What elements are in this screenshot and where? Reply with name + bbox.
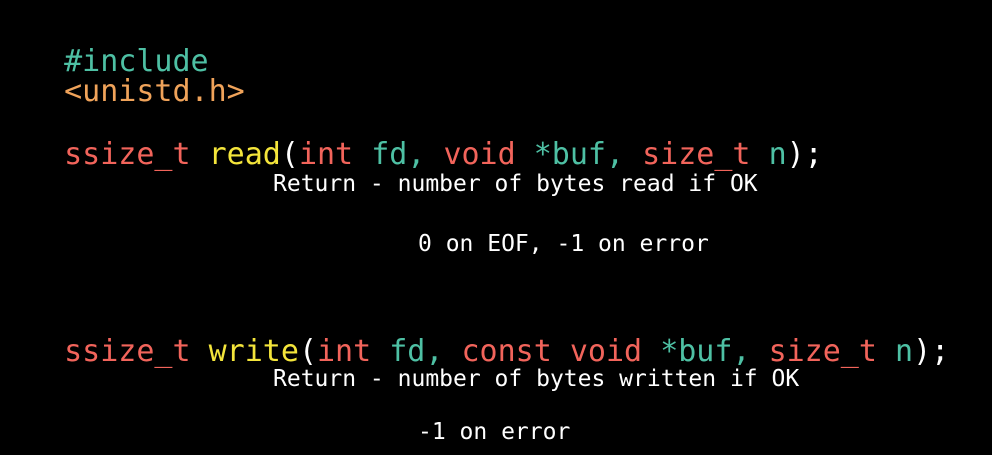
write-param2-type: void <box>569 334 643 369</box>
write-param3-name: n <box>895 334 914 369</box>
read-param1-name: fd, <box>371 137 426 172</box>
read-param2-type: void <box>443 137 516 172</box>
write-return-type: ssize_t <box>64 334 191 369</box>
read-prototype: ssize_t read(int fd, void *buf, size_t n… <box>28 110 823 170</box>
include-line: #include <unistd.h> <box>28 17 245 107</box>
write-close: ); <box>913 334 950 369</box>
write-function-name: write <box>208 334 299 369</box>
write-return-note: Return - number of bytes written if OK <box>273 366 800 392</box>
read-param2-name: *buf, <box>533 137 625 172</box>
read-open-paren: ( <box>280 137 299 172</box>
include-header: <unistd.h> <box>64 74 245 109</box>
write-prototype: ssize_t write(int fd, const void *buf, s… <box>28 307 949 367</box>
write-param2-name: *buf, <box>660 334 751 369</box>
read-return-note: Return - number of bytes read if OK <box>273 171 758 197</box>
write-param1-name: fd, <box>389 334 444 369</box>
write-param1-type: int <box>317 334 372 369</box>
read-return-type: ssize_t <box>64 137 191 172</box>
read-param1-type: int <box>298 137 354 172</box>
write-open-paren: ( <box>298 334 317 369</box>
write-param2-qualifier: const <box>461 334 552 369</box>
read-function-name: read <box>208 137 281 172</box>
read-error-note: 0 on EOF, -1 on error <box>418 231 709 257</box>
code-slide: { "colors": { "background": "#000000", "… <box>0 0 992 455</box>
write-param3-type: size_t <box>768 334 877 369</box>
read-close: ); <box>786 137 823 172</box>
read-param3-name: n <box>768 137 787 172</box>
read-param3-type: size_t <box>642 137 751 172</box>
write-error-note: -1 on error <box>418 419 571 445</box>
